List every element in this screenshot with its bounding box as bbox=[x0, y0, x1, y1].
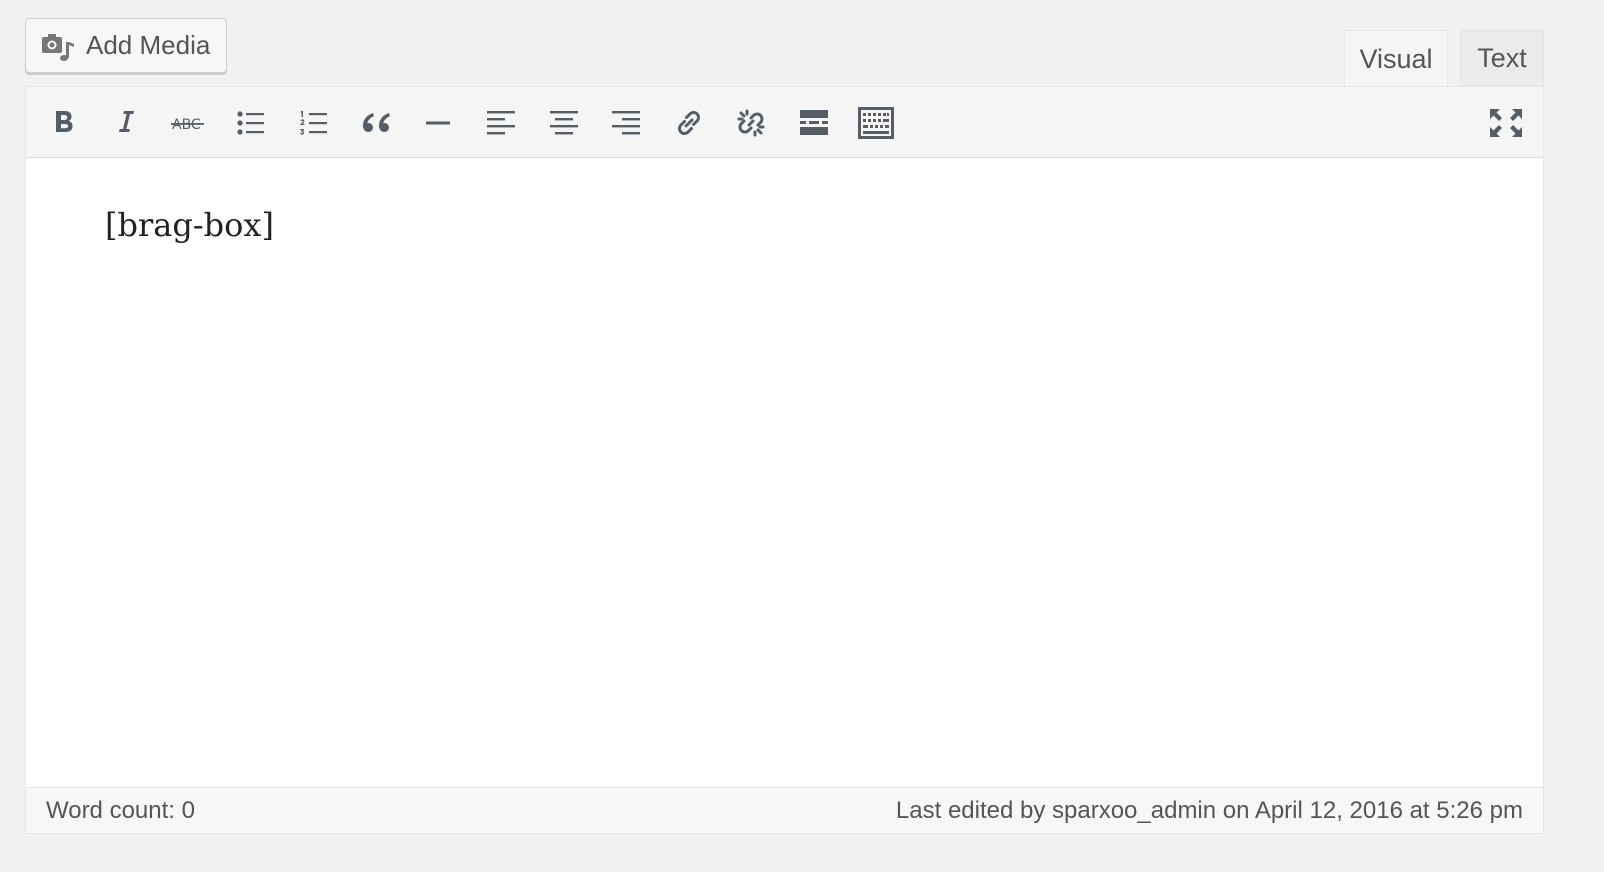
read-more-button[interactable] bbox=[792, 101, 836, 145]
tab-text-label: Text bbox=[1477, 43, 1527, 73]
blockquote-button[interactable] bbox=[354, 101, 398, 145]
strikethrough-button[interactable]: ABC bbox=[166, 101, 210, 145]
blockquote-icon bbox=[363, 113, 390, 132]
bold-button[interactable] bbox=[42, 101, 86, 145]
add-media-label: Add Media bbox=[86, 30, 211, 60]
strikethrough-glyph-text: ABC bbox=[172, 117, 201, 133]
align-right-icon bbox=[612, 111, 640, 135]
bulleted-list-icon bbox=[237, 111, 264, 135]
keyboard-icon bbox=[858, 107, 894, 139]
align-left-icon bbox=[487, 111, 515, 135]
align-center-button[interactable] bbox=[542, 101, 586, 145]
bulleted-list-button[interactable] bbox=[229, 101, 273, 145]
link-icon bbox=[678, 111, 700, 135]
italic-button[interactable] bbox=[104, 101, 148, 145]
add-media-button[interactable]: Add Media bbox=[25, 18, 227, 73]
editor-container: ABC [brag-box] Word count: 0 Last edited… bbox=[25, 86, 1544, 834]
tab-visual-label: Visual bbox=[1359, 43, 1433, 74]
tab-visual[interactable]: Visual bbox=[1344, 30, 1448, 87]
fullscreen-button[interactable] bbox=[1484, 101, 1528, 145]
italic-icon bbox=[119, 111, 134, 132]
unlink-icon bbox=[737, 109, 765, 137]
camera-music-icon bbox=[40, 30, 76, 62]
numbered-list-button[interactable] bbox=[291, 101, 335, 145]
editor-toolbar: ABC bbox=[26, 87, 1543, 158]
align-center-icon bbox=[550, 111, 578, 135]
word-count: Word count: 0 bbox=[46, 796, 195, 824]
editor-status-bar: Word count: 0 Last edited by sparxoo_adm… bbox=[26, 787, 1543, 833]
editor-content-text[interactable]: [brag-box] bbox=[105, 206, 274, 244]
bold-icon bbox=[56, 111, 73, 132]
align-left-button[interactable] bbox=[479, 101, 523, 145]
editor-content-area[interactable]: [brag-box] bbox=[26, 158, 1543, 787]
post-editor: Add Media Visual Text ABC [brag-box] Wor… bbox=[0, 0, 1604, 872]
numbered-list-icon bbox=[300, 111, 327, 135]
last-edited: Last edited by sparxoo_admin on April 12… bbox=[895, 796, 1523, 824]
strikethrough-icon: ABC bbox=[171, 117, 204, 133]
remove-link-button[interactable] bbox=[729, 101, 773, 145]
horizontal-line-button[interactable] bbox=[416, 101, 460, 145]
toolbar-toggle-button[interactable] bbox=[854, 101, 898, 145]
insert-link-button[interactable] bbox=[667, 101, 711, 145]
read-more-icon bbox=[800, 110, 828, 135]
tab-text[interactable]: Text bbox=[1460, 30, 1544, 86]
horizontal-line-icon bbox=[426, 121, 450, 125]
fullscreen-icon bbox=[1490, 109, 1522, 137]
align-right-button[interactable] bbox=[604, 101, 648, 145]
